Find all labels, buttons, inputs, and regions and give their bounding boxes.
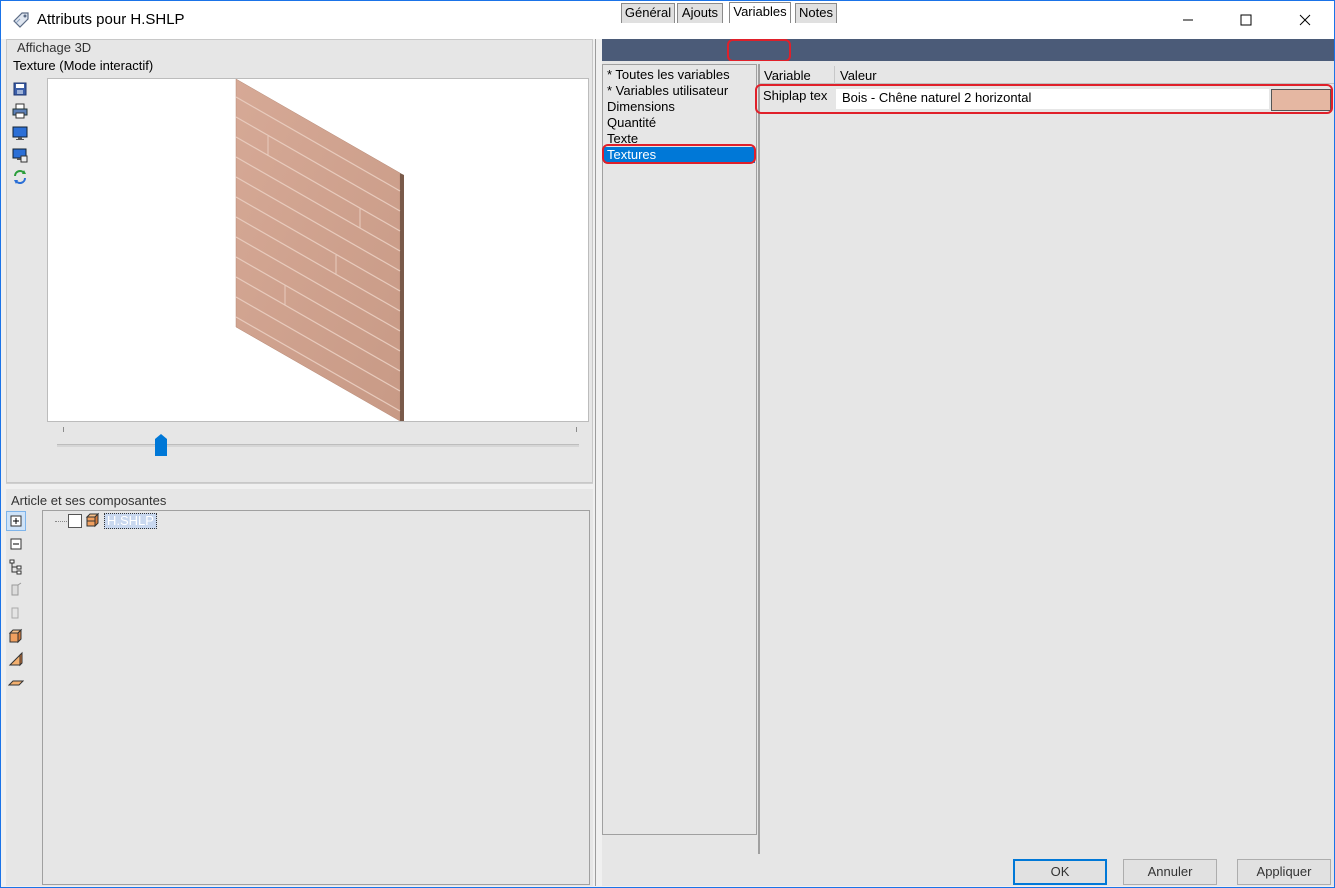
row-highlight-annotation [755, 84, 1333, 114]
cabinet-icon [85, 512, 101, 531]
category-item[interactable]: * Toutes les variables [607, 67, 730, 83]
tree-group-label: Article et ses composantes [11, 493, 167, 508]
apply-button[interactable]: Appliquer [1237, 859, 1331, 885]
save-view-button[interactable] [9, 79, 31, 99]
close-icon [1299, 14, 1311, 26]
minimize-icon [1183, 19, 1193, 21]
collapse-all-button[interactable] [6, 534, 26, 554]
tab-notes[interactable]: Notes [795, 3, 837, 23]
rotation-slider-area [47, 422, 589, 480]
tree-node-root[interactable]: H.SHLP [55, 512, 157, 531]
window-title: Attributs pour H.SHLP [37, 11, 185, 28]
flat-panel-button[interactable] [6, 672, 26, 692]
tree-node-label[interactable]: H.SHLP [104, 513, 157, 529]
viewer-group-label: Affichage 3D [17, 40, 92, 55]
box-icon [8, 628, 23, 644]
tab-ajouts[interactable]: Ajouts [677, 3, 723, 23]
save-icon [13, 82, 27, 96]
ok-button[interactable]: OK [1013, 859, 1107, 885]
maximize-icon [1240, 14, 1252, 26]
minimize-button[interactable] [1159, 1, 1217, 39]
tab-highlight-annotation [727, 39, 791, 62]
box-button[interactable] [6, 626, 26, 646]
hierarchy-icon [9, 559, 22, 575]
column-header-variable[interactable]: Variable [764, 68, 811, 83]
viewer-mode-label: Texture (Mode interactif) [13, 58, 154, 73]
cancel-button[interactable]: Annuler [1123, 859, 1217, 885]
category-list[interactable]: * Toutes les variables * Variables utili… [602, 64, 757, 835]
tab-variables[interactable]: Variables [729, 2, 791, 23]
shiplap-panel-render [235, 78, 404, 422]
monitor-export-icon [12, 148, 28, 163]
category-item[interactable]: * Variables utilisateur [607, 83, 728, 99]
component-button[interactable] [6, 580, 26, 600]
slider-tick [63, 427, 64, 432]
tag-icon [11, 10, 31, 30]
component-disabled-icon [11, 607, 19, 619]
maximize-button[interactable] [1217, 1, 1275, 39]
tab-general[interactable]: Général [621, 3, 675, 23]
category-item[interactable]: Quantité [607, 115, 656, 131]
dialog-window: Attributs pour H.SHLP Affichage 3D Textu… [0, 0, 1335, 888]
collapse-icon [10, 538, 22, 550]
flat-panel-icon [8, 680, 24, 686]
component-tree[interactable]: H.SHLP [42, 510, 590, 885]
slider-tick [576, 427, 577, 432]
refresh-button[interactable] [9, 167, 31, 187]
3d-viewport[interactable] [47, 78, 589, 422]
rotation-slider-track[interactable] [57, 444, 579, 447]
category-item[interactable]: Dimensions [607, 99, 675, 115]
column-header-value[interactable]: Valeur [840, 68, 877, 83]
tree-connector [55, 520, 67, 522]
print-icon [12, 103, 28, 119]
vertical-splitter[interactable] [593, 39, 601, 886]
close-button[interactable] [1276, 1, 1334, 39]
expand-icon [10, 515, 22, 527]
display-button[interactable] [9, 123, 31, 143]
viewer-toolbar [9, 79, 41, 189]
rotation-slider-thumb[interactable] [155, 434, 168, 456]
expand-all-button[interactable] [6, 511, 26, 531]
monitor-icon [12, 126, 28, 140]
tree-node-checkbox[interactable] [68, 514, 82, 528]
panel-icon [8, 651, 23, 667]
display-export-button[interactable] [9, 145, 31, 165]
print-button[interactable] [9, 101, 31, 121]
tree-toolbar [6, 511, 30, 695]
hierarchy-button[interactable] [6, 557, 26, 577]
tab-bar [602, 39, 1334, 61]
component-disabled-button[interactable] [6, 603, 26, 623]
panel-button[interactable] [6, 649, 26, 669]
grid-header: Variable Valeur [760, 66, 1334, 84]
refresh-icon [14, 170, 26, 184]
variables-grid: Variable Valeur Shiplap tex Bois - Chêne… [758, 64, 1334, 854]
category-highlight-annotation [602, 144, 756, 164]
component-icon [11, 582, 22, 596]
column-separator[interactable] [834, 66, 835, 84]
